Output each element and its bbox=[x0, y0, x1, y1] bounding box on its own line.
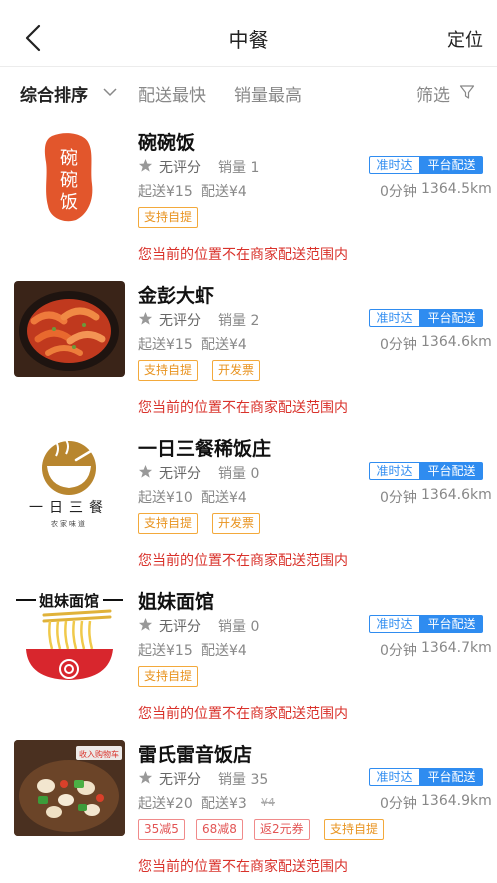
distance: 1364.5km bbox=[421, 181, 492, 197]
tag-pickup: 支持自提 bbox=[138, 207, 199, 228]
rating-text: 无评分 bbox=[159, 160, 201, 176]
logo-wordmark: 姐妹面馆 bbox=[39, 592, 99, 610]
delivery-fee: 配送¥4 bbox=[201, 643, 247, 659]
star-icon bbox=[138, 158, 153, 172]
tag-invoice: 开发票 bbox=[212, 513, 261, 534]
store-logo: 收入购物车 bbox=[14, 740, 125, 836]
platform-delivery-badge: 平台配送 bbox=[420, 615, 483, 633]
delivery-time: 0分钟 bbox=[380, 184, 417, 200]
delivery-time: 0分钟 bbox=[380, 643, 417, 659]
platform-delivery-badge: 平台配送 bbox=[420, 462, 483, 480]
tag-invoice: 开发票 bbox=[212, 360, 261, 381]
min-order: 起送¥15 bbox=[138, 184, 193, 200]
page-title: 中餐 bbox=[228, 28, 269, 52]
sales-count: 销量 35 bbox=[218, 772, 269, 788]
ontime-badge: 准时达 bbox=[369, 156, 420, 174]
sales-count: 销量 1 bbox=[218, 160, 260, 176]
sales-count: 销量 2 bbox=[218, 313, 260, 329]
star-icon bbox=[138, 311, 153, 325]
out-of-range-warning: 您当前的位置不在商家配送范围内 bbox=[138, 859, 348, 875]
out-of-range-warning: 您当前的位置不在商家配送范围内 bbox=[138, 400, 348, 416]
top-navbar: 中餐 定位 bbox=[0, 0, 497, 76]
store-card[interactable]: 一日三餐 农家味道 一日三餐稀饭庄 无评分 销量 0 准时达 平台配送 起送¥1… bbox=[0, 426, 497, 579]
sort-dropdown[interactable]: 综合排序 bbox=[20, 81, 88, 106]
ontime-badge: 准时达 bbox=[369, 768, 420, 786]
store-name: 碗碗饭 bbox=[138, 132, 196, 154]
delivery-fee: 配送¥4 bbox=[201, 337, 247, 353]
store-name: 一日三餐稀饭庄 bbox=[138, 438, 272, 460]
distance: 1364.7km bbox=[421, 640, 492, 656]
distance: 1364.6km bbox=[421, 487, 492, 503]
ontime-badge: 准时达 bbox=[369, 309, 420, 327]
store-name: 金彭大虾 bbox=[138, 285, 215, 307]
locate-button[interactable]: 定位 bbox=[447, 26, 483, 52]
promo-tag: 35减5 bbox=[138, 819, 185, 840]
tag-pickup: 支持自提 bbox=[138, 666, 199, 687]
store-logo: 姐妹面馆 bbox=[14, 587, 125, 683]
rating-text: 无评分 bbox=[159, 466, 201, 482]
min-order: 起送¥15 bbox=[138, 643, 193, 659]
store-logo: 一日三餐 农家味道 bbox=[14, 434, 125, 530]
tag-pickup: 支持自提 bbox=[324, 819, 385, 840]
out-of-range-warning: 您当前的位置不在商家配送范围内 bbox=[138, 553, 348, 569]
store-card[interactable]: 姐妹面馆 姐妹面馆 无评分 销量 0 准时达 平台配送 起送¥15 配送¥4 0… bbox=[0, 579, 497, 732]
sort-fastest-delivery[interactable]: 配送最快 bbox=[138, 81, 206, 106]
star-icon bbox=[138, 464, 153, 478]
logo-slogan: 农家味道 bbox=[51, 519, 87, 528]
promo-tag: 68减8 bbox=[196, 819, 243, 840]
rating-text: 无评分 bbox=[159, 619, 201, 635]
store-card[interactable]: 金彭大虾 无评分 销量 2 准时达 平台配送 起送¥15 配送¥4 0分钟 13… bbox=[0, 273, 497, 426]
promo-tag: 返2元券 bbox=[254, 819, 310, 840]
store-logo bbox=[14, 281, 125, 377]
delivery-fee: 配送¥3 bbox=[201, 796, 247, 812]
ontime-badge: 准时达 bbox=[369, 462, 420, 480]
min-order: 起送¥15 bbox=[138, 337, 193, 353]
min-order: 起送¥10 bbox=[138, 490, 193, 506]
sort-top-sales[interactable]: 销量最高 bbox=[234, 81, 302, 106]
sales-count: 销量 0 bbox=[218, 466, 260, 482]
svg-text:碗: 碗 bbox=[60, 170, 78, 191]
logo-cart-label: 收入购物车 bbox=[79, 749, 119, 759]
original-delivery-fee: ¥4 bbox=[261, 796, 275, 809]
chevron-down-icon[interactable] bbox=[103, 87, 117, 97]
delivery-time: 0分钟 bbox=[380, 796, 417, 812]
sales-count: 销量 0 bbox=[218, 619, 260, 635]
distance: 1364.6km bbox=[421, 334, 492, 350]
platform-delivery-badge: 平台配送 bbox=[420, 768, 483, 786]
star-icon bbox=[138, 617, 153, 631]
store-name: 雷氏雷音饭店 bbox=[138, 744, 253, 766]
tag-pickup: 支持自提 bbox=[138, 360, 199, 381]
delivery-fee: 配送¥4 bbox=[201, 490, 247, 506]
funnel-icon[interactable] bbox=[459, 84, 475, 100]
platform-delivery-badge: 平台配送 bbox=[420, 156, 483, 174]
ontime-badge: 准时达 bbox=[369, 615, 420, 633]
svg-text:饭: 饭 bbox=[60, 192, 78, 213]
out-of-range-warning: 您当前的位置不在商家配送范围内 bbox=[138, 706, 348, 722]
delivery-fee: 配送¥4 bbox=[201, 184, 247, 200]
out-of-range-warning: 您当前的位置不在商家配送范围内 bbox=[138, 247, 348, 263]
delivery-time: 0分钟 bbox=[380, 490, 417, 506]
min-order: 起送¥20 bbox=[138, 796, 193, 812]
logo-char-1: 碗 bbox=[60, 148, 78, 169]
tag-pickup: 支持自提 bbox=[138, 513, 199, 534]
store-name: 姐妹面馆 bbox=[138, 591, 215, 613]
star-icon bbox=[138, 770, 153, 784]
logo-wordmark: 一日三餐 bbox=[29, 500, 109, 516]
store-logo: 碗 碗 饭 bbox=[14, 128, 125, 224]
store-card[interactable]: 收入购物车 雷氏雷音饭店 无评分 销量 35 准时达 平台配送 起送¥20 配送… bbox=[0, 732, 497, 883]
distance: 1364.9km bbox=[421, 793, 492, 809]
rating-text: 无评分 bbox=[159, 313, 201, 329]
filter-button[interactable]: 筛选 bbox=[416, 81, 450, 106]
store-card[interactable]: 碗 碗 饭 碗碗饭 无评分 销量 1 准时达 平台配送 起送¥15 配送¥4 0… bbox=[0, 120, 497, 273]
rating-text: 无评分 bbox=[159, 772, 201, 788]
filter-bar: 综合排序 配送最快 销量最高 筛选 bbox=[0, 67, 497, 117]
delivery-time: 0分钟 bbox=[380, 337, 417, 353]
platform-delivery-badge: 平台配送 bbox=[420, 309, 483, 327]
